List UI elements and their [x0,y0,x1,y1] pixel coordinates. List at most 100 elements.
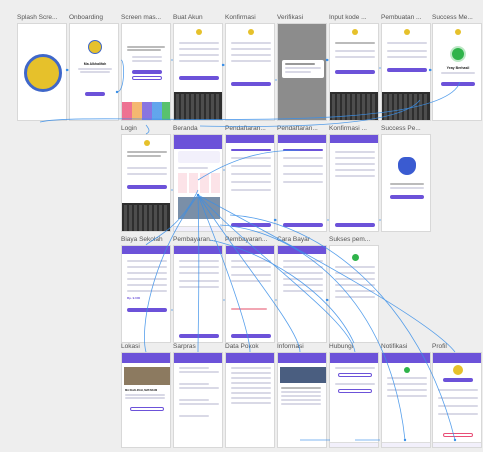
frame-label-verifikasi: Verifikasi [277,14,304,21]
simpan-button[interactable] [387,68,427,72]
screen-notifikasi[interactable] [381,352,431,448]
frame-label-hubungi: Hubungi [329,343,354,350]
frame-label-pembayaran-1: Pembayaran... [173,236,216,243]
daftar-button[interactable] [132,76,162,80]
header-bar [382,353,430,363]
lanjut-button[interactable] [179,334,219,338]
kirim-button[interactable] [283,223,323,227]
news-image[interactable] [280,367,326,383]
whatsapp-button[interactable] [338,373,372,377]
logo-icon [88,40,102,54]
frame-label-pendaftaran-2: Pendaftaran... [277,125,318,132]
header-bar [122,353,170,363]
screen-verifikasi[interactable] [277,23,327,121]
keluar-button[interactable] [443,433,473,437]
header-bar [122,246,170,254]
hand-icon [398,157,416,175]
verification-dialog[interactable] [282,60,324,78]
bottom-nav[interactable] [433,442,481,447]
screen-informasi[interactable] [277,352,327,448]
screen-pembuatan[interactable] [381,23,431,121]
screen-success-pendaftaran[interactable] [381,134,431,232]
screen-onboarding[interactable]: Ma Alkhalifah [69,23,119,121]
screen-lokasi[interactable]: MA KHALIFAH, MATARAM [121,352,171,448]
screen-success-message[interactable]: Yeay Berhasil [432,23,482,121]
lanjut-button[interactable] [441,82,475,86]
edit-profil-button[interactable] [443,378,473,382]
frame-label-konfirmasi-2: Konfirmasi ... [329,125,367,132]
screen-data-pokok[interactable] [225,352,275,448]
screen-buat-akun[interactable] [173,23,223,121]
screen-pembayaran-2[interactable] [225,245,275,343]
total-amount: Rp. 9.000 [127,296,141,300]
check-icon [352,254,359,261]
daftar-button[interactable] [179,76,219,80]
lanjut-button[interactable] [231,223,271,227]
header-bar [433,353,481,363]
frame-label-success-message: Success Me... [432,14,473,21]
next-button[interactable] [85,92,105,96]
frame-label-pendaftaran-1: Pendaftaran... [225,125,266,132]
header-bar [278,353,326,363]
screen-splash[interactable] [17,23,67,121]
screen-masuk[interactable] [121,23,171,121]
avatar [453,365,463,375]
bottom-nav[interactable] [330,442,378,447]
header-bar [174,353,222,363]
keyboard[interactable] [174,92,222,120]
bottom-nav[interactable] [174,226,222,231]
screen-pendaftaran-2[interactable] [277,134,327,232]
logo-icon [24,54,62,92]
bayar-button[interactable] [127,308,167,312]
frame-label-input-kode: Input kode ... [329,14,367,21]
screen-hubungi[interactable] [329,352,379,448]
screen-pembayaran-1[interactable] [173,245,223,343]
masuk-button[interactable] [132,70,162,74]
screen-beranda[interactable] [173,134,223,232]
frame-label-data-pokok: Data Pokok [225,343,259,350]
header-bar [278,246,326,254]
keyboard[interactable] [122,203,170,231]
screen-cara-bayar[interactable] [277,245,327,343]
beranda-button[interactable] [390,195,424,199]
screen-sukses-pembayaran[interactable] [329,245,379,343]
frame-label-biaya-sekolah: Biaya Sekolah [121,236,163,243]
bottom-nav[interactable] [382,442,430,447]
header-bar [226,135,274,143]
frame-label-pembuatan: Pembuatan ... [381,14,422,21]
news-image[interactable] [178,197,220,219]
keyboard[interactable] [382,92,430,120]
lihat-peta-button[interactable] [130,407,164,411]
frame-label-pembayaran-2: Pembayaran... [225,236,268,243]
bayar-button[interactable] [231,334,271,338]
check-icon [404,367,410,373]
frame-label-cara-bayar: Cara Bayar [277,236,310,243]
frame-label-beranda: Beranda [173,125,198,132]
header-bar [330,135,378,143]
check-icon [450,46,466,62]
keyboard[interactable] [330,92,378,120]
verify-button[interactable] [335,70,375,74]
school-photo [124,367,170,385]
screen-konfirmasi[interactable] [225,23,275,121]
location-caption: MA KHALIFAH, MATARAM [125,389,158,392]
login-button[interactable] [127,185,167,189]
screen-input-kode[interactable] [329,23,379,121]
konfirmasi-button[interactable] [335,223,375,227]
frame-label-success-pendaftaran: Success Pe... [381,125,421,132]
screen-konfirmasi-2[interactable] [329,134,379,232]
school-name: Ma Alkhalifah [83,62,107,66]
screen-biaya-sekolah[interactable]: Rp. 9.000 [121,245,171,343]
screen-login[interactable] [121,134,171,232]
header-bar [278,135,326,143]
screen-pendaftaran-1[interactable] [225,134,275,232]
illustration [122,102,170,120]
email-button[interactable] [338,389,372,393]
screen-profil[interactable] [432,352,482,448]
menu-grid[interactable] [178,173,220,193]
frame-label-splash: Splash Scre... [17,14,58,21]
screen-sarpras[interactable] [173,352,223,448]
frame-label-sukses-pembayaran: Sukses pem... [329,236,371,243]
header-bar [330,353,378,363]
konfirmasi-button[interactable] [231,82,271,86]
